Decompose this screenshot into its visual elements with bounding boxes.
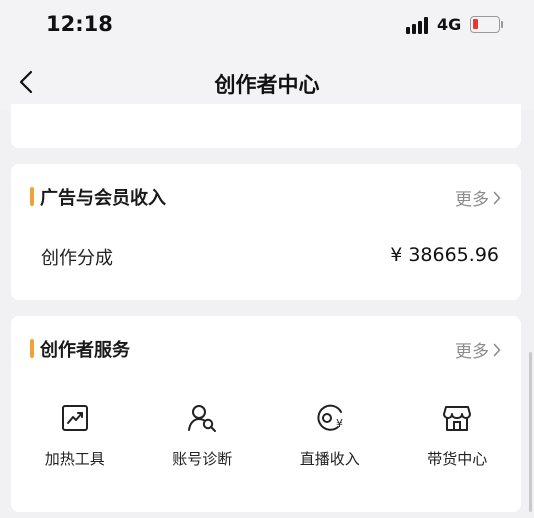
- service-section-title: 创作者服务: [40, 340, 130, 361]
- navigation-bar: 创作者中心: [0, 56, 534, 110]
- income-row[interactable]: 创作分成 ¥ 38665.96: [11, 242, 521, 272]
- page-title: 创作者中心: [214, 73, 320, 97]
- chevron-right-icon: [493, 343, 501, 356]
- status-bar: 12:18 4G: [0, 0, 534, 56]
- service-section-header: 创作者服务 更多: [11, 334, 521, 364]
- section-accent-bar: [30, 187, 34, 206]
- income-section-header: 广告与会员收入 更多: [11, 182, 521, 212]
- service-item-live-income[interactable]: ¥ 直播收入: [266, 402, 394, 472]
- service-label: 加热工具: [44, 450, 105, 468]
- service-label: 账号诊断: [172, 450, 233, 468]
- income-section-title: 广告与会员收入: [40, 188, 166, 209]
- section-accent-bar: [30, 339, 34, 358]
- battery-tip: [501, 21, 503, 28]
- battery-level: [473, 19, 478, 29]
- income-more-link[interactable]: 更多: [455, 185, 501, 210]
- network-type: 4G: [437, 15, 462, 34]
- store-icon: [441, 402, 473, 434]
- service-more-link[interactable]: 更多: [455, 337, 501, 362]
- income-card: 广告与会员收入 更多 创作分成 ¥ 38665.96: [11, 164, 521, 300]
- scrollbar-thumb[interactable]: [529, 352, 532, 512]
- svg-text:¥: ¥: [336, 417, 343, 430]
- signal-strength-icon: [406, 16, 432, 34]
- income-row-value: ¥ 38665.96: [390, 244, 499, 266]
- income-more-label: 更多: [455, 190, 489, 210]
- top-card-clipped: [11, 104, 521, 148]
- chevron-right-icon: [493, 191, 501, 204]
- service-label: 直播收入: [299, 450, 360, 468]
- service-item-sales-center[interactable]: 带货中心: [394, 402, 522, 472]
- service-label: 带货中心: [427, 450, 488, 468]
- service-more-label: 更多: [455, 342, 489, 362]
- service-grid: 加热工具 账号诊断 ¥ 直播收入 带货中心: [11, 402, 521, 472]
- service-card: 创作者服务 更多 加热工具 账号诊断 ¥ 直播收入 带货中心: [11, 316, 521, 512]
- income-row-label: 创作分成: [41, 248, 113, 269]
- live-income-icon: ¥: [314, 402, 346, 434]
- service-item-heat-tool[interactable]: 加热工具: [11, 402, 139, 472]
- trend-chart-icon: [59, 402, 91, 434]
- status-time: 12:18: [46, 12, 113, 36]
- service-item-account-diagnosis[interactable]: 账号诊断: [139, 402, 267, 472]
- battery-icon: [470, 16, 500, 33]
- user-search-icon: [186, 402, 218, 434]
